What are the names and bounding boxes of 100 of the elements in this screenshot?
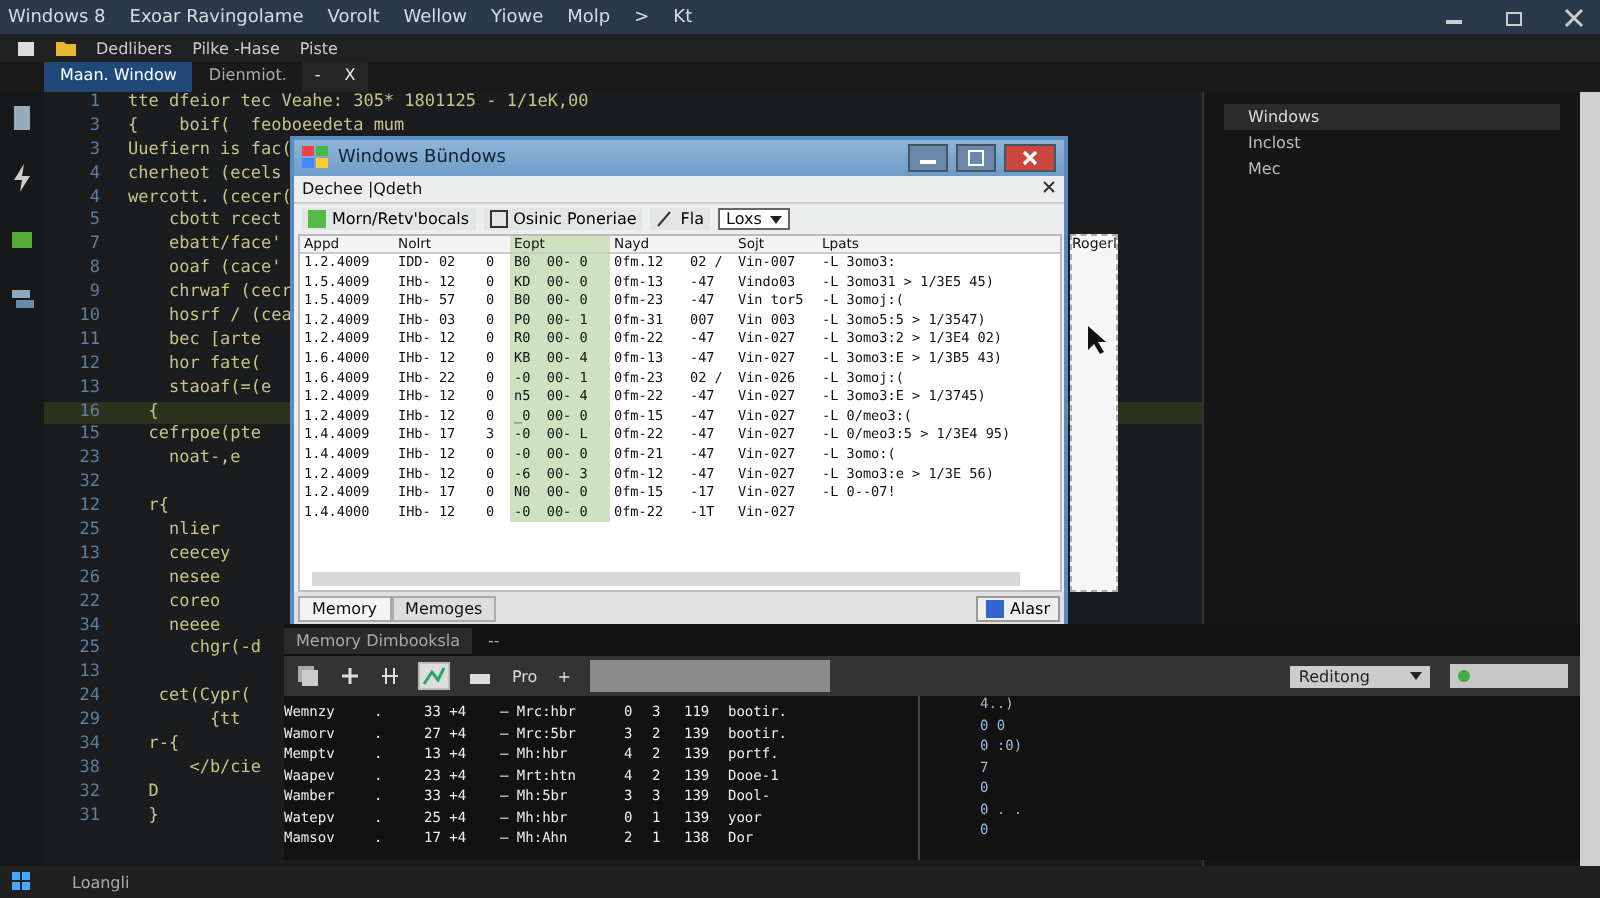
toolbar-icon[interactable]: [16, 38, 36, 58]
code-line: {: [146, 401, 159, 425]
code-line: hosrf / (cea: [166, 306, 292, 330]
pen-icon: [656, 210, 675, 228]
line-number: 9: [87, 282, 102, 307]
tree-item[interactable]: Mec: [1224, 156, 1560, 182]
folder-icon[interactable]: [56, 38, 76, 58]
line-number: 16: [77, 401, 102, 425]
line-number: 25: [77, 638, 102, 663]
close-icon[interactable]: [1042, 180, 1056, 194]
toolbar-item[interactable]: Pilke -Hase: [192, 39, 280, 57]
code-line: }: [146, 805, 159, 830]
toolbar-button[interactable]: Fla: [650, 208, 710, 230]
scrollbar[interactable]: [1580, 92, 1600, 866]
minimize-button[interactable]: [908, 144, 948, 172]
code-line: D: [146, 781, 159, 806]
action-button[interactable]: Alasr: [975, 595, 1060, 621]
file-icon[interactable]: [10, 104, 34, 132]
code-line: wercott. (cecer(: [128, 187, 292, 211]
menu-item[interactable]: Molp: [567, 7, 611, 27]
editor-tab[interactable]: Dienmiot.: [192, 62, 303, 92]
toolbar-item[interactable]: Piste: [299, 39, 338, 57]
line-number: 32: [77, 781, 102, 806]
menu-item[interactable]: Kt: [673, 7, 693, 27]
line-number: 24: [77, 686, 102, 711]
code-line: </b/cie: [187, 757, 262, 782]
code-line: tte dfeior tec Veahe: 305* 1801125 - 1/1eK,00: [128, 92, 589, 116]
sort-icon[interactable]: [380, 666, 400, 686]
editor-tab[interactable]: Maan. Window: [44, 62, 193, 92]
maximize-button[interactable]: [956, 144, 996, 172]
toolbar-item[interactable]: Pro: [512, 667, 538, 685]
scrollbar[interactable]: [312, 572, 1020, 586]
window-icon: [985, 599, 1004, 617]
code-line: ebatt/face': [166, 234, 282, 259]
plus-icon[interactable]: [340, 666, 360, 686]
window-title: Windows Bündows: [338, 148, 506, 168]
toolbar-button[interactable]: Morn/Retv'bocals: [302, 208, 476, 230]
line-number: 31: [77, 805, 102, 830]
code-line: Uuefiern is fac(: [128, 139, 292, 164]
code-line: coreo: [166, 591, 221, 616]
code-line: {tt: [207, 710, 241, 735]
line-number: 34: [77, 734, 102, 758]
lightning-icon[interactable]: [10, 164, 34, 192]
line-number: 7: [87, 234, 102, 259]
menu-item[interactable]: >: [634, 7, 650, 27]
caret-icon: [1410, 672, 1422, 680]
line-number: 13: [77, 543, 102, 568]
code-line: nlier: [166, 520, 221, 544]
menu-item[interactable]: Windows 8: [8, 7, 106, 27]
tab-action[interactable]: X: [332, 62, 368, 92]
combo-box[interactable]: Loxs: [718, 208, 790, 230]
line-number: 1: [87, 92, 102, 116]
menu-item[interactable]: Exoar Ravingolame: [129, 7, 304, 27]
line-number: 10: [77, 306, 102, 330]
menu-item[interactable]: Vorolt: [327, 7, 380, 27]
close-icon: [1022, 150, 1038, 166]
line-number: 15: [77, 424, 102, 449]
toolbar-item[interactable]: Dedlibers: [96, 39, 173, 57]
menu-item[interactable]: Yiowe: [491, 7, 544, 27]
code-line: noat-,e: [166, 448, 241, 473]
toolbar-button[interactable]: Osinic Poneriae: [483, 208, 643, 230]
copy-icon[interactable]: [296, 664, 320, 688]
tree-item[interactable]: Inclost: [1224, 130, 1560, 156]
code-line: { boif( feoboeedeta mum: [128, 115, 405, 140]
cursor-icon: [1088, 326, 1108, 354]
line-number: 8: [87, 258, 102, 283]
line-number: 29: [77, 710, 102, 735]
menu-bar-text[interactable]: Dechee |Qdeth: [302, 180, 423, 198]
app-icon: [302, 146, 330, 170]
code-line: cet(Cypr(: [156, 686, 251, 711]
dropdown[interactable]: Reditong: [1290, 665, 1430, 687]
grid-icon[interactable]: [12, 872, 32, 892]
code-line: staoaf(=(e: [166, 377, 272, 402]
line-number: 11: [77, 329, 102, 354]
line-number: 32: [77, 472, 102, 497]
line-number: 25: [77, 520, 102, 544]
panel-tab[interactable]: Memoges: [391, 595, 497, 621]
code-line: bec [arte: [166, 329, 262, 354]
add-button[interactable]: +: [557, 667, 571, 685]
close-button[interactable]: [1004, 144, 1056, 172]
menu-item[interactable]: Wellow: [403, 7, 468, 27]
code-line: ooaf (cace': [166, 258, 282, 283]
code-line: cherheot (ecels: [128, 163, 282, 188]
line-number: 4: [87, 163, 102, 188]
stack-icon[interactable]: [10, 284, 34, 312]
code-line: chrwaf (cecr: [166, 282, 292, 307]
code-line: chgr(-d: [187, 638, 262, 663]
tab-action[interactable]: -: [302, 62, 333, 92]
search-field[interactable]: [1450, 664, 1568, 688]
panel-menu[interactable]: --: [488, 631, 500, 649]
panel-tab[interactable]: Memory: [298, 595, 392, 621]
line-number: 26: [77, 567, 102, 592]
line-number: 38: [77, 757, 102, 782]
maximize-icon: [968, 150, 984, 166]
tree-item[interactable]: Windows: [1224, 104, 1560, 130]
search-icon: [1456, 667, 1472, 685]
panel-title: Memory Dimbooksla: [284, 627, 473, 653]
code-line: hor fate(: [166, 353, 262, 378]
status-text: Loangli: [72, 873, 130, 891]
code-line: ceecey: [166, 543, 231, 568]
